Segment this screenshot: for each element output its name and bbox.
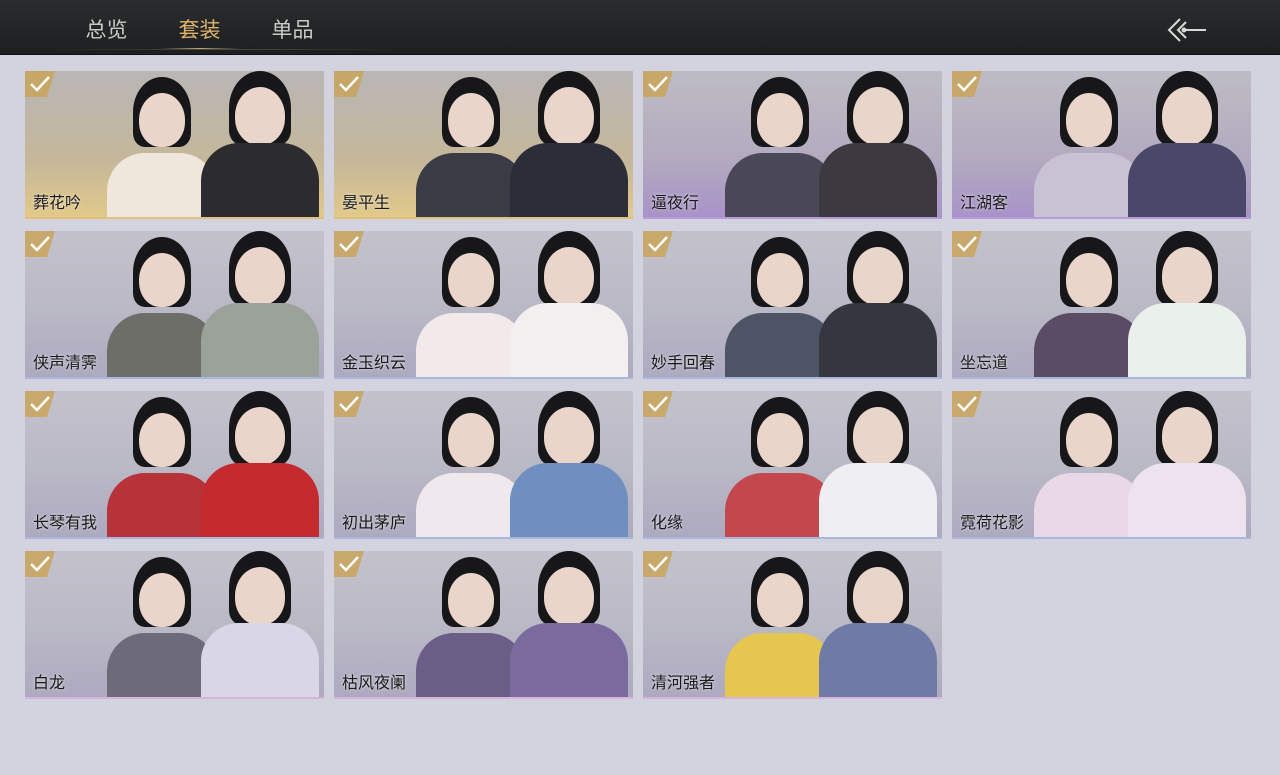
- outfit-name: 妙手回春: [651, 353, 716, 372]
- character-right-image: [510, 551, 628, 697]
- owned-check-icon: [25, 231, 55, 257]
- character-right-image: [201, 71, 319, 217]
- tab-divider: [60, 49, 390, 50]
- character-right-image: [1128, 391, 1246, 537]
- character-right-image: [1128, 231, 1246, 377]
- owned-check-icon: [334, 71, 364, 97]
- back-button[interactable]: [1162, 16, 1210, 44]
- outfit-name: 初出茅庐: [342, 513, 407, 532]
- owned-check-icon: [643, 231, 673, 257]
- outfit-card[interactable]: 侠声清霁: [25, 231, 324, 379]
- outfit-card[interactable]: 长琴有我: [25, 391, 324, 539]
- owned-check-icon: [643, 391, 673, 417]
- outfit-name: 晏平生: [342, 193, 391, 212]
- character-right-image: [1128, 71, 1246, 217]
- tab-outfits[interactable]: 套装: [153, 0, 246, 54]
- outfit-grid: 葬花吟 晏平生 逼夜行 江湖客侠声清霁 金玉织云 妙手回春 坐忘道长琴有我 初出茅庐 化缘 霓荷花…: [25, 71, 1251, 699]
- owned-check-icon: [25, 71, 55, 97]
- outfit-card[interactable]: 金玉织云: [334, 231, 633, 379]
- owned-check-icon: [643, 71, 673, 97]
- character-right-image: [819, 391, 937, 537]
- tab-items[interactable]: 单品: [246, 0, 339, 54]
- outfit-name: 侠声清霁: [33, 353, 98, 372]
- outfit-name: 金玉织云: [342, 353, 407, 372]
- outfit-card[interactable]: 葬花吟: [25, 71, 324, 219]
- owned-check-icon: [25, 551, 55, 577]
- character-right-image: [201, 231, 319, 377]
- character-right-image: [819, 551, 937, 697]
- outfit-card[interactable]: 霓荷花影: [952, 391, 1251, 539]
- character-right-image: [819, 71, 937, 217]
- character-right-image: [510, 71, 628, 217]
- outfit-name: 长琴有我: [33, 513, 98, 532]
- outfit-card[interactable]: 晏平生: [334, 71, 633, 219]
- outfit-name: 白龙: [33, 673, 66, 692]
- character-right-image: [201, 391, 319, 537]
- character-right-image: [201, 551, 319, 697]
- outfit-name: 坐忘道: [960, 353, 1009, 372]
- owned-check-icon: [334, 551, 364, 577]
- outfit-card[interactable]: 妙手回春: [643, 231, 942, 379]
- owned-check-icon: [643, 551, 673, 577]
- outfit-name: 枯风夜阑: [342, 673, 407, 692]
- outfit-name: 葬花吟: [33, 193, 82, 212]
- outfit-card[interactable]: 化缘: [643, 391, 942, 539]
- outfit-card[interactable]: 白龙: [25, 551, 324, 699]
- outfit-name: 霓荷花影: [960, 513, 1025, 532]
- outfit-name: 清河强者: [651, 673, 716, 692]
- top-bar: 总览 套装 单品: [0, 0, 1280, 55]
- outfit-card[interactable]: 坐忘道: [952, 231, 1251, 379]
- owned-check-icon: [952, 391, 982, 417]
- outfit-card[interactable]: 初出茅庐: [334, 391, 633, 539]
- character-right-image: [819, 231, 937, 377]
- owned-check-icon: [25, 391, 55, 417]
- outfit-card[interactable]: 清河强者: [643, 551, 942, 699]
- outfit-name: 逼夜行: [651, 193, 700, 212]
- back-arrow-icon: [1167, 18, 1206, 42]
- character-right-image: [510, 391, 628, 537]
- tab-overview[interactable]: 总览: [60, 0, 153, 54]
- owned-check-icon: [334, 231, 364, 257]
- outfit-name: 化缘: [651, 513, 684, 532]
- owned-check-icon: [952, 71, 982, 97]
- outfit-name: 江湖客: [960, 193, 1009, 212]
- tab-bar: 总览 套装 单品: [60, 0, 339, 54]
- outfit-card[interactable]: 逼夜行: [643, 71, 942, 219]
- owned-check-icon: [952, 231, 982, 257]
- owned-check-icon: [334, 391, 364, 417]
- outfit-card[interactable]: 枯风夜阑: [334, 551, 633, 699]
- outfit-card[interactable]: 江湖客: [952, 71, 1251, 219]
- character-right-image: [510, 231, 628, 377]
